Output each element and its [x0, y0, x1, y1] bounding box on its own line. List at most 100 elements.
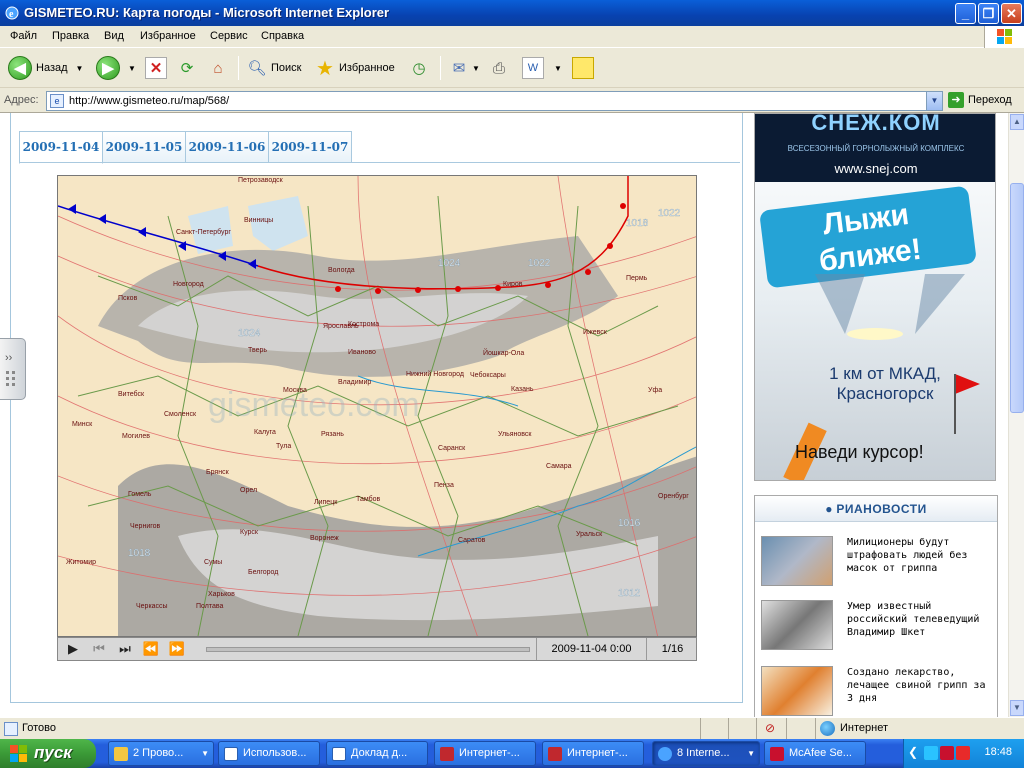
city-label: Винницы: [244, 217, 273, 224]
word-icon: [224, 747, 238, 761]
home-button[interactable]: ⌂: [207, 54, 229, 82]
news-headline[interactable]: Умер известный российский телеведущий Вл…: [847, 600, 993, 639]
city-label: Новгород: [173, 281, 204, 288]
city-label: Пенза: [434, 482, 454, 489]
address-input[interactable]: e http://www.gismeteo.ru/map/568/ ▼: [46, 91, 943, 111]
city-label: Саратов: [458, 537, 486, 544]
chevron-down-icon: ▼: [201, 749, 209, 758]
news-item[interactable]: Милиционеры будут штрафовать людей без м…: [761, 536, 993, 592]
clock: 18:48: [984, 746, 1012, 758]
popup-blocked-icon: ⊘: [765, 721, 776, 735]
news-widget: ● РИАНОВОСТИ Милиционеры будут штрафоват…: [754, 495, 998, 717]
history-button[interactable]: ◷: [408, 54, 430, 82]
news-headline[interactable]: Создано лекарство, лечащее свиной грипп …: [847, 666, 993, 705]
taskbar-item-browser-1[interactable]: Интернет-...: [434, 741, 536, 766]
favorites-button[interactable]: ★ Избранное: [314, 54, 395, 82]
side-panel-handle[interactable]: ››: [0, 338, 26, 400]
search-icon: 🔍︎: [247, 60, 267, 77]
city-label: Черкассы: [136, 603, 168, 610]
city-label: Гомель: [128, 491, 152, 498]
start-button[interactable]: пуск: [0, 739, 96, 768]
ad-call-to-action: Наведи курсор!: [795, 442, 924, 462]
city-label: Санкт-Петербург: [176, 228, 231, 236]
forward-button[interactable]: ▶ ▼: [96, 54, 136, 82]
scroll-down-icon[interactable]: ▼: [1010, 700, 1024, 716]
menu-favorites[interactable]: Избранное: [140, 30, 196, 42]
taskbar-item-word-1[interactable]: Использов...: [218, 741, 320, 766]
refresh-button[interactable]: ⟳: [176, 54, 198, 82]
tab-date-3[interactable]: 2009-11-06: [185, 131, 269, 163]
news-headline[interactable]: Милиционеры будут штрафовать людей без м…: [847, 536, 993, 575]
city-label: Киров: [503, 281, 523, 288]
mcafee-icon[interactable]: [940, 746, 954, 760]
refresh-icon: ⟳: [180, 60, 194, 77]
tab-underline: [19, 162, 740, 163]
taskbar-item-label: Интернет-...: [459, 747, 520, 759]
step-forward-icon[interactable]: ⏭: [116, 641, 134, 657]
news-item[interactable]: Создано лекарство, лечащее свиной грипп …: [761, 666, 993, 717]
menu-help[interactable]: Справка: [261, 30, 304, 42]
notes-button[interactable]: [572, 54, 594, 82]
edit-button[interactable]: W ▼: [522, 54, 562, 82]
go-button[interactable]: ➜ Переход: [948, 92, 1012, 108]
scroll-thumb[interactable]: [1010, 183, 1024, 413]
menu-edit[interactable]: Правка: [52, 30, 89, 42]
city-label: Ижевск: [583, 329, 608, 336]
news-item[interactable]: Умер известный российский телеведущий Вл…: [761, 600, 993, 656]
scroll-up-icon[interactable]: ▲: [1010, 114, 1024, 130]
svg-text:e: e: [9, 9, 14, 20]
tab-date-4[interactable]: 2009-11-07: [268, 131, 352, 163]
chevron-down-icon[interactable]: ▼: [926, 92, 942, 110]
popup-blocker-cell[interactable]: ⊘: [756, 718, 786, 740]
print-button[interactable]: ⎙: [488, 54, 510, 82]
address-url: http://www.gismeteo.ru/map/568/: [69, 95, 230, 107]
tab-date-1[interactable]: 2009-11-04: [19, 131, 103, 164]
isobar-label: 1016: [618, 518, 641, 529]
stop-button[interactable]: ✕: [145, 54, 167, 82]
ad-header: СНЕЖ.КОМ ВСЕСЕЗОННЫЙ ГОРНОЛЫЖНЫЙ КОМПЛЕК…: [755, 114, 995, 182]
city-label: Москва: [283, 387, 307, 394]
chevron-down-icon: ▼: [554, 63, 562, 73]
menu-file[interactable]: Файл: [10, 30, 37, 42]
taskbar-item-explorer[interactable]: 2 Прово... ▼: [108, 741, 214, 766]
back-button[interactable]: ◀ Назад ▼: [8, 54, 83, 82]
weather-map[interactable]: 1024 1022 1018 1016 1012 1022 1024 1018 …: [57, 175, 697, 637]
note-icon: [572, 57, 594, 79]
timeline-slider[interactable]: [206, 647, 530, 652]
ad-distance-line-1: 1 км от МКАД,: [829, 364, 941, 383]
minimize-button[interactable]: _: [955, 3, 976, 24]
restore-button[interactable]: ❐: [978, 3, 999, 24]
city-label: Петрозаводск: [238, 177, 284, 184]
fast-forward-icon[interactable]: ⏩: [168, 641, 186, 657]
city-label: Сумы: [204, 559, 222, 566]
city-label: Воронеж: [310, 535, 339, 542]
opera-icon: [440, 747, 454, 761]
menu-tools[interactable]: Сервис: [210, 30, 248, 42]
taskbar-item-word-2[interactable]: Доклад д...: [326, 741, 428, 766]
network-icon[interactable]: [924, 746, 938, 760]
ski-resort-ad[interactable]: СНЕЖ.КОМ ВСЕСЕЗОННЫЙ ГОРНОЛЫЖНЫЙ КОМПЛЕК…: [754, 113, 996, 481]
toolbar: ◀ Назад ▼ ▶ ▼ ✕ ⟳ ⌂ 🔍︎ Поиск ★ Избранное…: [0, 48, 1024, 88]
ie-logo-icon: e: [5, 6, 19, 20]
antivirus-icon[interactable]: [956, 746, 970, 760]
taskbar-item-browser-2[interactable]: Интернет-...: [542, 741, 644, 766]
ie-logo-icon: [658, 747, 672, 761]
ad-subtitle: ВСЕСЕЗОННЫЙ ГОРНОЛЫЖНЫЙ КОМПЛЕКС: [787, 144, 965, 153]
taskbar-item-mcafee[interactable]: McAfee Se...: [764, 741, 866, 766]
city-label: Курск: [240, 529, 259, 536]
rewind-icon[interactable]: ⏪: [142, 641, 160, 657]
chevron-left-icon[interactable]: ❮: [908, 745, 918, 759]
isobar-label: 1022: [528, 258, 551, 269]
play-icon[interactable]: ▶: [64, 641, 82, 657]
close-button[interactable]: ✕: [1001, 3, 1022, 24]
mail-icon: ✉: [452, 60, 466, 77]
mail-button[interactable]: ✉ ▼: [448, 54, 480, 82]
taskbar-item-ie[interactable]: 8 Interne... ▼: [652, 741, 760, 766]
tab-date-2[interactable]: 2009-11-05: [102, 131, 186, 163]
step-back-icon[interactable]: ⏮: [90, 641, 108, 657]
vertical-scrollbar[interactable]: ▲ ▼: [1008, 113, 1024, 717]
city-label: Оренбург: [658, 492, 689, 500]
menu-view[interactable]: Вид: [104, 30, 124, 42]
security-zone[interactable]: Интернет: [815, 718, 1024, 740]
search-button[interactable]: 🔍︎ Поиск: [246, 54, 301, 82]
